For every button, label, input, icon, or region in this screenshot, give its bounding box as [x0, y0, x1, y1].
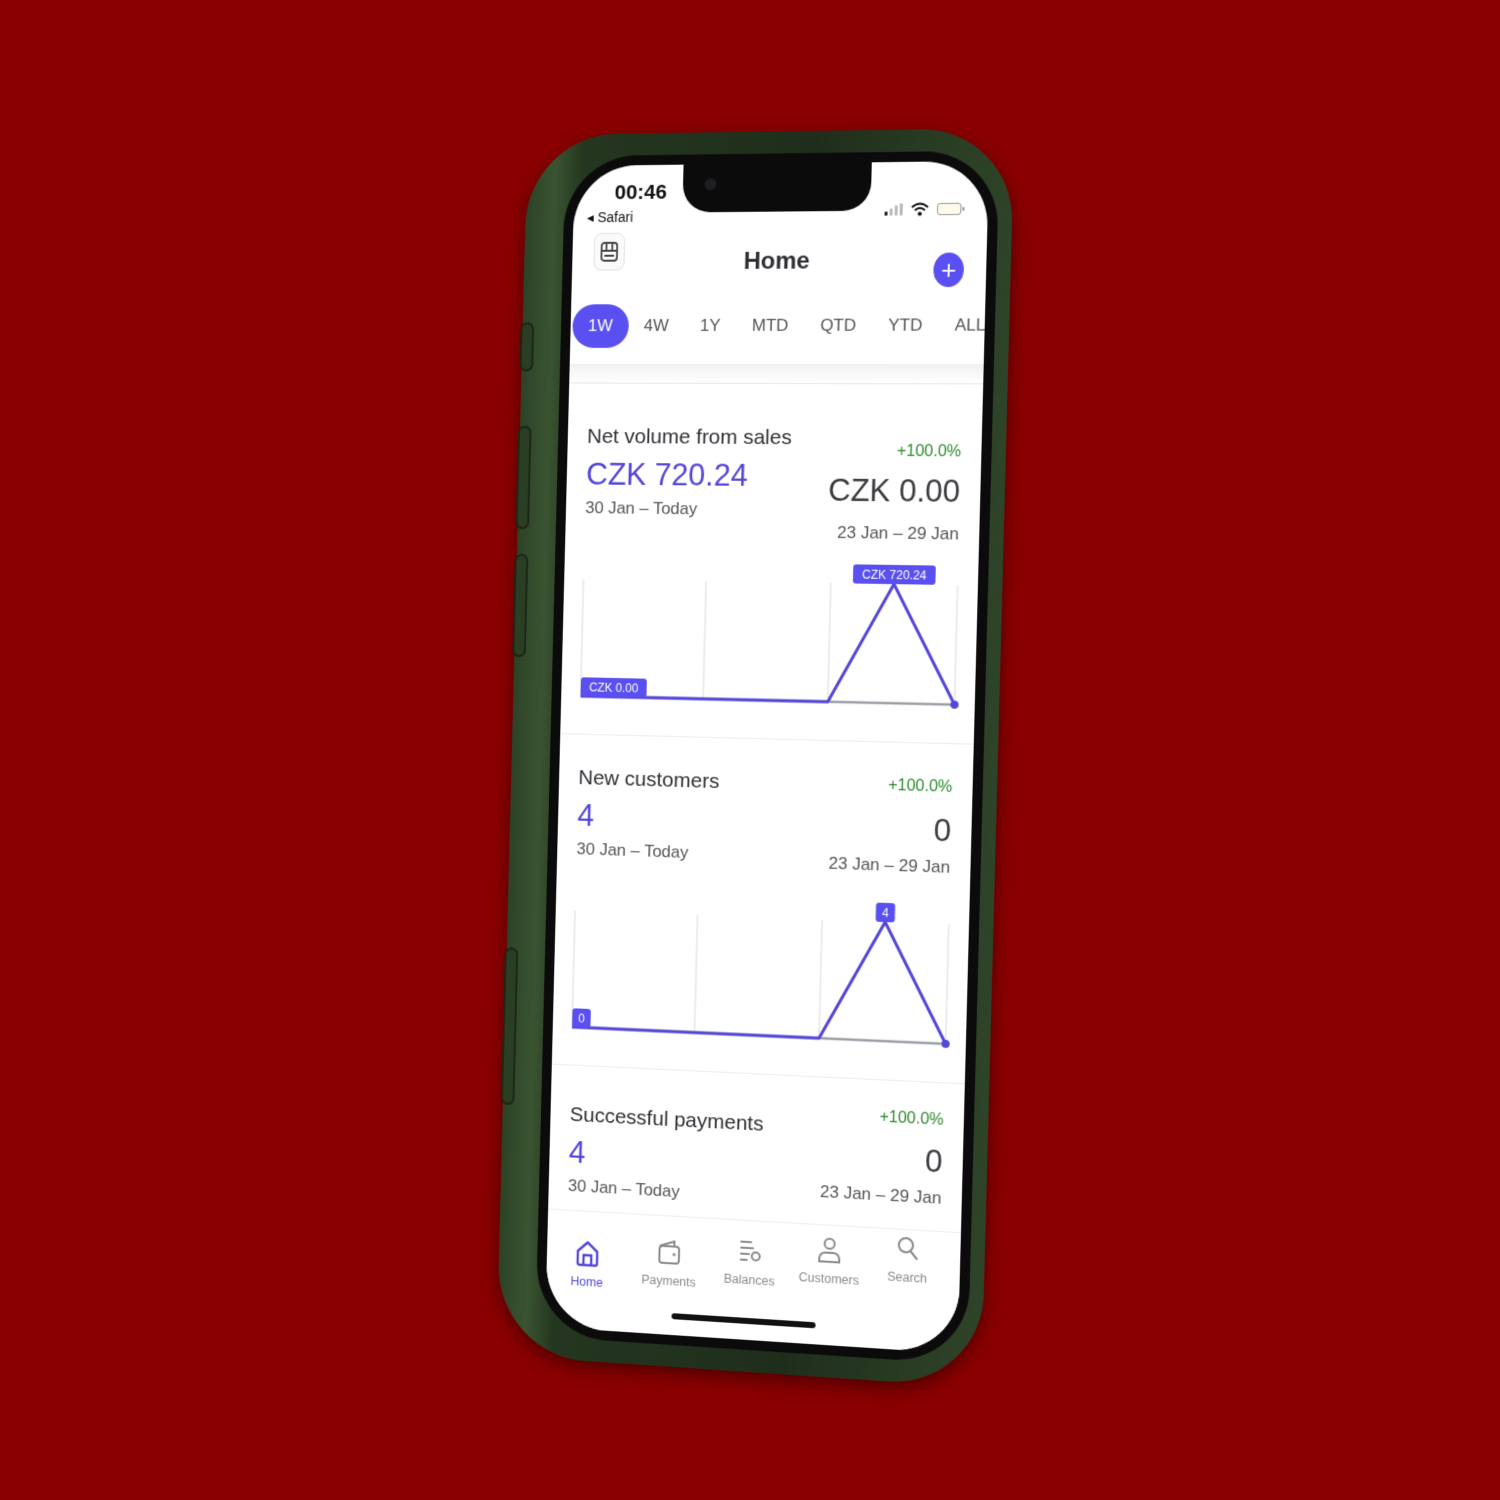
phone-frame: 00:46 ◂ Safari Home + 1W 4W 1Y MTD QTD Y… — [496, 127, 1015, 1388]
tab-all[interactable]: ALL — [938, 305, 989, 346]
page-title: Home — [743, 247, 811, 275]
new-customers-card[interactable]: New customers +100.0% 4 0 30 Jan – Today… — [551, 734, 974, 1085]
top-bar: Home + — [571, 222, 987, 295]
previous-value: CZK 0.00 — [827, 472, 961, 510]
grid-line — [695, 915, 698, 1032]
tabs-divider — [569, 363, 984, 385]
grid-line — [703, 581, 706, 699]
add-button[interactable]: + — [933, 252, 965, 288]
change-percent: +100.0% — [896, 442, 962, 461]
net-volume-chart[interactable]: CZK 720.24 CZK 0.00 — [580, 562, 958, 719]
nav-home[interactable]: Home — [548, 1235, 627, 1291]
range-tabs: 1W 4W 1Y MTD QTD YTD ALL — [572, 303, 986, 348]
change-percent: +100.0% — [879, 1108, 944, 1129]
mute-switch — [519, 322, 535, 372]
screen: 00:46 ◂ Safari Home + 1W 4W 1Y MTD QTD Y… — [545, 160, 990, 1354]
previous-value: 0 — [933, 812, 952, 849]
signal-icon — [884, 203, 903, 216]
max-value-label: CZK 720.24 — [862, 567, 927, 582]
volume-up-button — [515, 425, 532, 530]
net-volume-card[interactable]: Net volume from sales +100.0% CZK 720.24… — [560, 403, 983, 745]
tab-qtd[interactable]: QTD — [804, 305, 873, 345]
new-customers-chart[interactable]: 40 — [572, 893, 950, 1058]
wifi-icon — [911, 202, 930, 216]
nav-label: Payments — [641, 1272, 696, 1290]
tab-1w[interactable]: 1W — [572, 304, 629, 348]
nav-payments[interactable]: Payments — [629, 1234, 708, 1290]
wallet-icon — [656, 1238, 682, 1267]
previous-range: 23 Jan – 29 Jan — [836, 522, 960, 544]
tab-4w[interactable]: 4W — [628, 306, 685, 346]
tab-mtd[interactable]: MTD — [736, 306, 805, 346]
volume-down-button — [512, 553, 529, 658]
nav-label: Home — [570, 1274, 604, 1290]
min-value-label: CZK 0.00 — [589, 680, 639, 695]
tab-1y[interactable]: 1Y — [684, 306, 737, 346]
back-to-safari[interactable]: ◂ Safari — [587, 209, 633, 226]
nav-customers[interactable]: Customers — [789, 1231, 870, 1288]
grid-line — [828, 583, 831, 702]
status-time: 00:46 — [614, 180, 668, 205]
change-percent: +100.0% — [887, 776, 953, 796]
nav-label: Customers — [798, 1270, 860, 1288]
grid-line — [819, 920, 822, 1038]
nav-label: Balances — [723, 1271, 775, 1289]
grid-line — [946, 924, 949, 1043]
previous-value: 0 — [924, 1143, 943, 1180]
home-icon — [575, 1239, 601, 1268]
plus-icon: + — [940, 254, 957, 286]
current-value: 4 — [577, 797, 595, 833]
battery-icon — [936, 202, 962, 216]
status-icons — [884, 202, 962, 217]
nav-search[interactable]: Search — [867, 1230, 949, 1287]
min-value-label: 0 — [578, 1011, 585, 1025]
home-indicator[interactable] — [671, 1313, 816, 1329]
sim-tray — [500, 947, 519, 1106]
nav-balances[interactable]: Balances — [710, 1233, 790, 1290]
bottom-nav: Home Payments Balances Customers Search — [545, 1208, 961, 1354]
series-current-line — [572, 910, 949, 1043]
previous-range: 23 Jan – 29 Jan — [828, 853, 951, 877]
person-icon — [816, 1234, 843, 1266]
search-icon — [894, 1233, 921, 1263]
grid-line — [954, 585, 957, 705]
tab-ytd[interactable]: YTD — [872, 305, 940, 346]
max-value-label: 4 — [882, 906, 890, 921]
bezel: 00:46 ◂ Safari Home + 1W 4W 1Y MTD QTD Y… — [535, 150, 1000, 1365]
nav-label: Search — [886, 1269, 928, 1286]
balances-icon — [740, 1241, 761, 1262]
